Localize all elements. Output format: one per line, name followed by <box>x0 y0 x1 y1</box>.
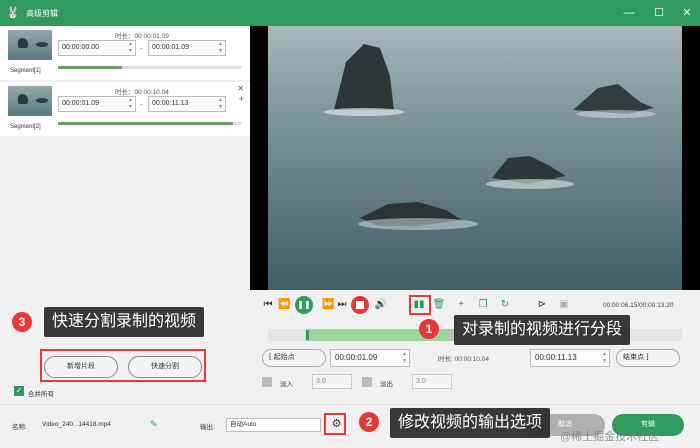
step-forward-icon[interactable]: ⏩ <box>322 296 334 314</box>
segment-progress <box>58 122 242 125</box>
segment-end-input[interactable]: 00:00:01.09 ▲ ▼ <box>148 40 226 56</box>
fade-out-checkbox[interactable] <box>362 377 372 387</box>
fade-out-input[interactable]: 3.0 <box>412 374 452 389</box>
segment-duration: 时长：00:00:01.09 <box>115 33 169 40</box>
merge-all-label: 合并所有 <box>28 391 54 398</box>
output-label: 输出: <box>200 424 215 431</box>
segment-item[interactable]: Segment[1] 时长：00:00:01.09 00:00:00.00 ▲ ▼ … <box>0 26 250 80</box>
video-frame <box>268 26 682 290</box>
annotation-badge: 3 <box>12 312 32 332</box>
spinner-icon[interactable]: ▲ ▼ <box>218 41 223 55</box>
maximize-button[interactable]: ☐ <box>650 4 668 22</box>
video-preview[interactable] <box>250 26 700 290</box>
copy-icon[interactable]: ❐ <box>476 296 490 314</box>
delete-icon[interactable]: 🗑 <box>432 296 446 314</box>
edit-name-icon[interactable]: ✎ <box>150 419 158 430</box>
segment-item[interactable]: Segment[2] 时长：00:00:10.04 00:00:01.09 ▲ ▼ … <box>0 82 250 136</box>
annotation-badge: 1 <box>419 319 439 339</box>
fade-in-checkbox[interactable] <box>262 377 272 387</box>
segment-start-input[interactable]: 00:00:00.00 ▲ ▼ <box>58 40 136 56</box>
close-button[interactable]: ✕ <box>678 4 696 22</box>
fade-in-input[interactable]: 3.0 <box>312 374 352 389</box>
range-row: ⁅ 起始点 00:00:01.09 ▲ ▼ 时长: 00:00:10.04 00:0… <box>262 349 692 367</box>
annotation-tip: 快速分割录制的视频 <box>44 307 205 337</box>
fade-out-label: 淡出 <box>380 381 393 388</box>
segment-progress <box>58 66 242 69</box>
annotation-tip: 对录制的视频进行分段 <box>454 315 631 345</box>
segment-label: Segment[2] <box>10 124 41 130</box>
annotation-box-split <box>409 295 431 315</box>
set-start-button[interactable]: ⁅ 起始点 <box>262 349 326 367</box>
spinner-icon[interactable]: ▲ ▼ <box>602 351 607 365</box>
merge-all-checkbox[interactable]: ✓ <box>14 386 24 396</box>
preview-segment-icon[interactable]: ⊳ <box>534 296 550 314</box>
delete-segment-icon[interactable]: ✕ <box>237 84 244 93</box>
reset-icon[interactable]: ↻ <box>498 296 512 314</box>
watermark: @稀土掘金技术社区 <box>560 431 660 443</box>
app-logo-icon: 🐰 <box>6 7 20 19</box>
play-button[interactable]: ❚❚ <box>295 296 313 314</box>
volume-icon[interactable]: 🔊 <box>374 296 388 314</box>
window-title: 高级剪辑 <box>26 9 58 18</box>
segment-list: Segment[1] 时长：00:00:01.09 00:00:00.00 ▲ ▼ … <box>0 26 250 290</box>
time-counter: 00:00:06.15/00:00:13.20 <box>603 302 674 309</box>
spinner-icon[interactable]: ▲ ▼ <box>218 97 223 111</box>
name-label: 名称: <box>12 424 27 431</box>
add-segment-icon[interactable]: + <box>239 94 244 104</box>
record-stop-button[interactable] <box>351 296 369 314</box>
title-bar: 🐰 高级剪辑 — ☐ ✕ <box>0 0 700 26</box>
range-duration: 时长: 00:00:10.04 <box>438 356 489 363</box>
segment-thumbnail <box>8 30 52 60</box>
output-select[interactable]: 自动Auto <box>226 418 321 432</box>
annotation-tip: 修改视频的输出选项 <box>390 408 551 438</box>
skip-end-icon[interactable]: ⏭ <box>336 296 348 314</box>
set-end-button[interactable]: 结束点 ⁆ <box>616 349 680 367</box>
step-back-icon[interactable]: ⏪ <box>278 296 290 314</box>
segment-label: Segment[1] <box>10 68 41 74</box>
start-time-input[interactable]: 00:00:01.09 ▲ ▼ <box>330 349 410 367</box>
spinner-icon[interactable]: ▲ ▼ <box>128 97 133 111</box>
end-time-input[interactable]: 00:00:11.13 ▲ ▼ <box>530 349 610 367</box>
segment-thumbnail <box>8 86 52 116</box>
spinner-icon[interactable]: ▲ ▼ <box>128 41 133 55</box>
annotation-box-left-actions <box>40 349 206 382</box>
skip-start-icon[interactable]: ⏮ <box>262 296 274 314</box>
spinner-icon[interactable]: ▲ ▼ <box>402 351 407 365</box>
file-name: Video_240...14418.mp4 <box>42 421 111 428</box>
add-icon[interactable]: + <box>454 296 468 314</box>
minimize-button[interactable]: — <box>620 4 638 22</box>
annotation-box-gear <box>324 413 346 435</box>
segment-duration: 时长：00:00:10.04 <box>115 89 169 96</box>
segment-end-input[interactable]: 00:00:11.13 ▲ ▼ <box>148 96 226 112</box>
range-dash: - <box>140 44 143 53</box>
annotation-badge: 2 <box>359 412 379 432</box>
segment-start-input[interactable]: 00:00:01.09 ▲ ▼ <box>58 96 136 112</box>
fade-row: 淡入 3.0 淡出 3.0 <box>262 374 462 390</box>
export-segment-icon[interactable]: ▣ <box>556 296 572 314</box>
fade-in-label: 淡入 <box>280 381 293 388</box>
timeline-handle[interactable] <box>306 330 309 340</box>
range-dash: - <box>140 100 143 109</box>
